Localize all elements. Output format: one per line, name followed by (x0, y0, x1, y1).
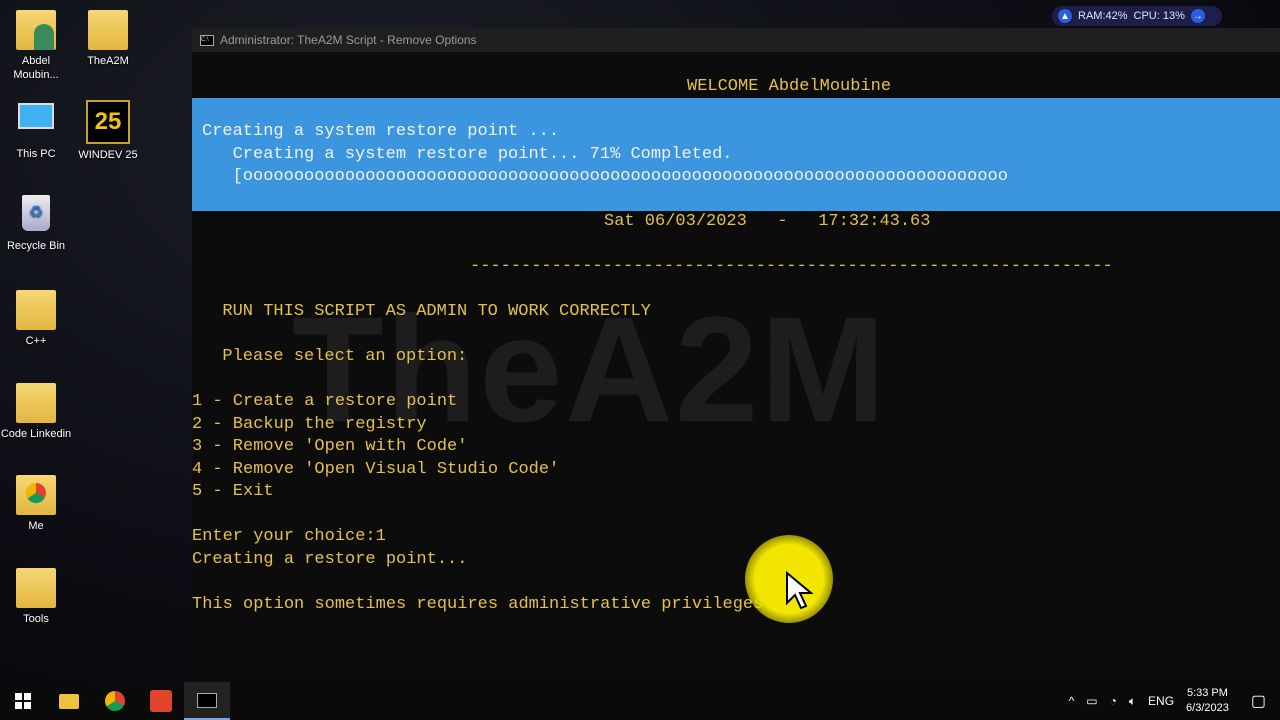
recycle-bin-icon: ♻ (16, 195, 56, 235)
computer-icon (16, 103, 56, 143)
cpu-usage: CPU: 13% (1133, 10, 1185, 22)
title-bar[interactable]: C:\ Administrator: TheA2M Script - Remove… (192, 28, 1280, 52)
system-monitor-widget[interactable]: ▲ RAM:42% CPU: 13% → (1052, 6, 1222, 26)
menu-option: 4 - Remove 'Open Visual Studio Code' (192, 459, 560, 479)
user-folder-icon (16, 10, 56, 50)
time: 5:33 PM (1186, 687, 1228, 699)
system-tray: ^ ▭ ◔ 🔈︎ ENG 5:33 PM 6/3/2023 ▢ (1069, 682, 1280, 720)
windev-icon: 25 (86, 100, 130, 144)
icon-label: TheA2M (87, 55, 129, 67)
start-button[interactable] (0, 682, 46, 720)
menu-option: 2 - Backup the registry (192, 414, 427, 434)
icon-label: Abdel Moubin... (13, 55, 59, 81)
desktop-icon-me[interactable]: Me (0, 475, 72, 533)
desktop-icon-recycle-bin[interactable]: ♻ Recycle Bin (0, 195, 72, 253)
folder-icon (16, 568, 56, 608)
menu-option: 5 - Exit (192, 482, 274, 501)
icon-label: Me (28, 520, 44, 532)
chrome-folder-icon (16, 475, 56, 515)
desktop-icon-tools[interactable]: Tools (0, 568, 72, 626)
icon-label: Recycle Bin (6, 240, 66, 252)
camtasia-icon (150, 690, 172, 712)
folder-icon (16, 290, 56, 330)
app-button[interactable] (138, 682, 184, 720)
date: 6/3/2023 (1186, 702, 1229, 714)
taskbar: ^ ▭ ◔ 🔈︎ ENG 5:33 PM 6/3/2023 ▢ (0, 682, 1280, 720)
desktop-icon-windev[interactable]: 25 WINDEV 25 (72, 100, 144, 162)
icon-label: WINDEV 25 (78, 149, 138, 161)
notifications-icon[interactable]: ▢ (1251, 691, 1266, 711)
cmd-icon (197, 692, 217, 708)
progress-title: Creating a system restore point ... (202, 122, 560, 141)
progress-panel: Creating a system restore point ... Crea… (192, 98, 1280, 211)
status-line: Creating a restore point... (192, 549, 468, 569)
desktop-icon-code-linkedin[interactable]: Code Linkedin (0, 383, 72, 441)
wifi-icon[interactable]: ◔ (1110, 694, 1117, 708)
progress-status: Creating a system restore point... 71% C… (202, 145, 733, 164)
terminal-window[interactable]: C:\ Administrator: TheA2M Script - Remove… (192, 28, 1280, 682)
terminal-taskbar-button[interactable] (184, 682, 230, 720)
menu-option: 1 - Create a restore point (192, 392, 458, 411)
admin-note: RUN THIS SCRIPT AS ADMIN TO WORK CORRECT… (202, 302, 651, 321)
volume-icon[interactable]: 🔈︎ (1129, 694, 1136, 709)
desktop-icon-abdel[interactable]: Abdel Moubin... (0, 10, 72, 82)
chrome-icon (105, 691, 125, 711)
menu-option: 3 - Remove 'Open with Code' (192, 437, 468, 456)
desktop-icon-thea2m[interactable]: TheA2M (72, 10, 144, 68)
rocket-icon: ▲ (1058, 9, 1072, 23)
battery-icon[interactable]: ▭ (1086, 694, 1097, 708)
clock[interactable]: 5:33 PM 6/3/2023 (1186, 686, 1229, 716)
chrome-button[interactable] (92, 682, 138, 720)
file-explorer-button[interactable] (46, 682, 92, 720)
option-prompt: Please select an option: (202, 347, 468, 366)
folder-icon (88, 10, 128, 50)
icon-label: Code Linkedin (0, 428, 72, 440)
desktop-icon-cpp[interactable]: C++ (0, 290, 72, 348)
desktop-icon-this-pc[interactable]: This PC (0, 103, 72, 161)
arrow-right-icon[interactable]: → (1190, 9, 1205, 23)
desktop: Abdel Moubin... TheA2M This PC 25 WINDEV … (0, 0, 190, 682)
windows-icon (15, 693, 31, 709)
cursor-highlight (745, 535, 833, 623)
chevron-up-icon[interactable]: ^ (1069, 694, 1075, 708)
folder-icon (16, 383, 56, 423)
window-title: Administrator: TheA2M Script - Remove Op… (220, 33, 477, 47)
icon-label: C++ (25, 335, 47, 347)
ram-usage: RAM:42% (1078, 10, 1128, 22)
progress-bar: [ooooooooooooooooooooooooooooooooooooooo… (202, 167, 1008, 186)
cmd-icon: C:\ (200, 34, 214, 46)
language-indicator[interactable]: ENG (1148, 694, 1174, 708)
folder-icon (59, 693, 79, 709)
welcome-text: WELCOME AbdelMoubine (687, 77, 892, 96)
privileges-note: This option sometimes requires administr… (192, 594, 774, 614)
datetime: Sat 06/03/2023 - 17:32:43.63 (604, 212, 931, 231)
icon-label: This PC (16, 148, 56, 160)
icon-label: Tools (23, 613, 49, 625)
mouse-pointer-icon (786, 571, 814, 610)
choice-input-line[interactable]: Enter your choice:1 (192, 526, 386, 549)
separator: ----------------------------------------… (470, 257, 1113, 276)
